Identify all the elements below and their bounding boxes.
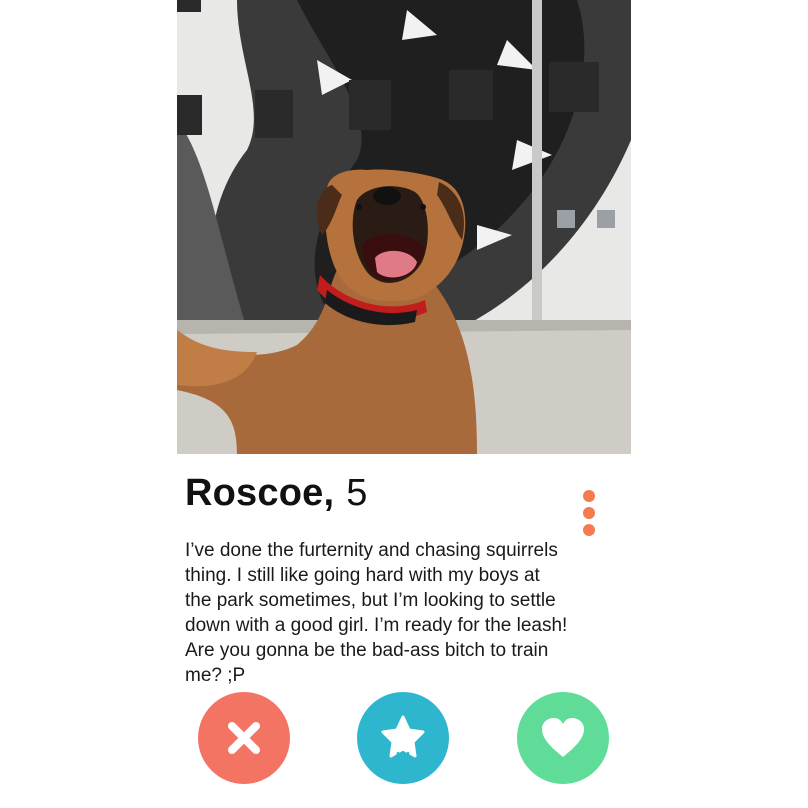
- bio-line: I’ve done the furternity and chasing squ…: [185, 540, 558, 561]
- bio-line: down with a good girl. I’m ready for the…: [185, 615, 568, 636]
- bio-line: Are you gonna be the bad-ass bitch to tr…: [185, 640, 549, 661]
- heart-icon: [542, 718, 584, 757]
- menu-dot: [583, 490, 595, 502]
- more-options-icon[interactable]: [580, 490, 598, 536]
- bio-line: the park sometimes, but I’m looking to s…: [185, 590, 556, 611]
- dislike-button[interactable]: [198, 692, 290, 784]
- like-button[interactable]: [517, 692, 609, 784]
- profile-header: Roscoe, 5: [185, 472, 367, 522]
- profile-age: 5: [346, 472, 368, 514]
- menu-dot: [583, 507, 595, 519]
- dog-photo-image: [177, 0, 631, 454]
- action-bar: [0, 692, 808, 792]
- profile-bio: I’ve done the furternity and chasing squ…: [185, 538, 645, 688]
- profile-name: Roscoe,: [185, 472, 335, 514]
- bio-line: me? ;P: [185, 665, 246, 686]
- profile-photo[interactable]: [177, 0, 631, 454]
- close-icon: [228, 722, 260, 754]
- star-icon: [381, 715, 425, 763]
- bio-line: thing. I still like going hard with my b…: [185, 565, 540, 586]
- superlike-button[interactable]: [357, 692, 449, 784]
- menu-dot: [583, 524, 595, 536]
